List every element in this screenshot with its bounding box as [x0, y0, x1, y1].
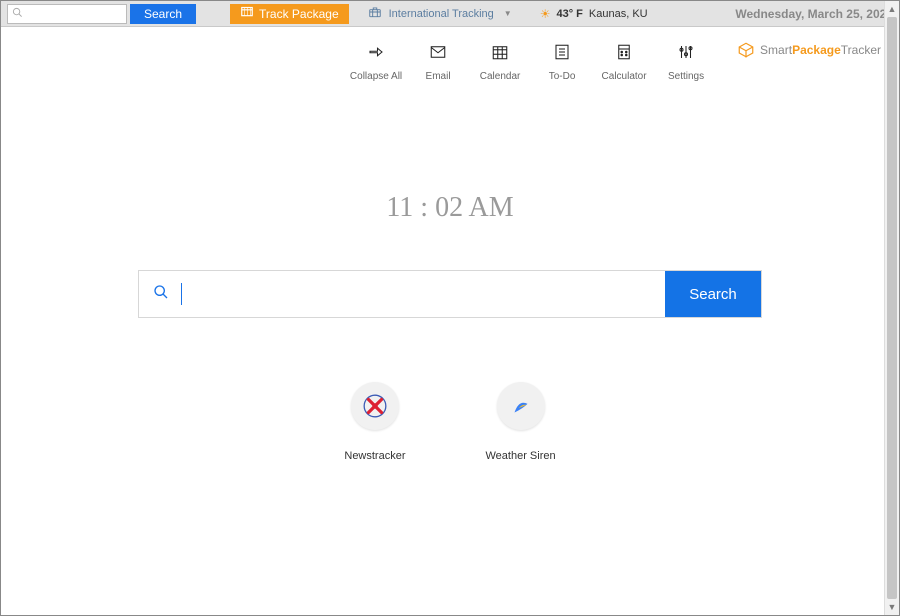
calculator-label: Calculator	[593, 71, 655, 82]
calculator-button[interactable]: Calculator	[593, 41, 655, 82]
scroll-up-button[interactable]: ▲	[885, 1, 899, 17]
sliders-icon	[655, 41, 717, 63]
globe-icon	[367, 5, 383, 22]
main-search-button[interactable]: Search	[665, 271, 761, 317]
vertical-scrollbar[interactable]: ▲ ▼	[884, 1, 899, 615]
track-package-label: Track Package	[259, 4, 339, 24]
track-package-button[interactable]: Track Package	[230, 4, 349, 24]
email-icon	[407, 41, 469, 63]
main-search-bar: Search	[138, 270, 762, 318]
package-icon	[240, 4, 254, 24]
chevron-down-icon: ▼	[504, 9, 512, 18]
todo-icon	[531, 41, 593, 63]
weather-temp: 43° F	[556, 8, 582, 20]
brand-logo: SmartPackageTracker	[735, 41, 881, 59]
collapse-all-label: Collapse All	[345, 71, 407, 82]
email-button[interactable]: Email	[407, 41, 469, 82]
clock-display: 11 : 02 AM	[1, 192, 899, 224]
sun-icon: ☀	[540, 7, 551, 21]
settings-button[interactable]: Settings	[655, 41, 717, 82]
shortcut-label: Weather Siren	[486, 450, 556, 462]
scroll-thumb[interactable]	[887, 17, 897, 599]
international-tracking-label: International Tracking	[389, 8, 494, 20]
arrow-right-icon	[345, 41, 407, 63]
toolbar: Collapse All Email Calendar To-Do Calcul…	[1, 27, 899, 82]
mini-search-box[interactable]	[7, 4, 127, 24]
collapse-all-button[interactable]: Collapse All	[345, 41, 407, 82]
todo-label: To-Do	[531, 71, 593, 82]
international-tracking-dropdown[interactable]: International Tracking ▼	[367, 5, 512, 22]
logo-part-b: Package	[792, 43, 841, 57]
box-icon	[735, 41, 757, 59]
logo-part-a: Smart	[760, 43, 792, 57]
mini-search-input[interactable]	[27, 8, 117, 20]
weather-widget[interactable]: ☀ 43° F Kaunas, KU	[540, 7, 648, 21]
weather-location: Kaunas, KU	[589, 8, 648, 20]
shortcut-newstracker[interactable]: Newstracker	[344, 382, 405, 462]
calendar-icon	[469, 41, 531, 63]
shortcut-label: Newstracker	[344, 450, 405, 462]
scroll-down-button[interactable]: ▼	[885, 599, 899, 615]
search-icon	[12, 7, 23, 21]
settings-label: Settings	[655, 71, 717, 82]
todo-button[interactable]: To-Do	[531, 41, 593, 82]
logo-part-c: Tracker	[841, 43, 881, 57]
email-label: Email	[407, 71, 469, 82]
date-display: Wednesday, March 25, 2020	[735, 7, 893, 21]
calendar-label: Calendar	[469, 71, 531, 82]
calculator-icon	[593, 41, 655, 63]
main-search-field[interactable]	[139, 271, 665, 317]
shortcut-grid: Newstracker Weather Siren	[1, 382, 899, 462]
mini-search-button[interactable]: Search	[130, 4, 196, 24]
shortcut-weather-siren[interactable]: Weather Siren	[486, 382, 556, 462]
newstracker-icon	[351, 382, 399, 430]
weather-siren-icon	[497, 382, 545, 430]
top-bar: Search Track Package International Track…	[1, 1, 899, 27]
calendar-button[interactable]: Calendar	[469, 41, 531, 82]
